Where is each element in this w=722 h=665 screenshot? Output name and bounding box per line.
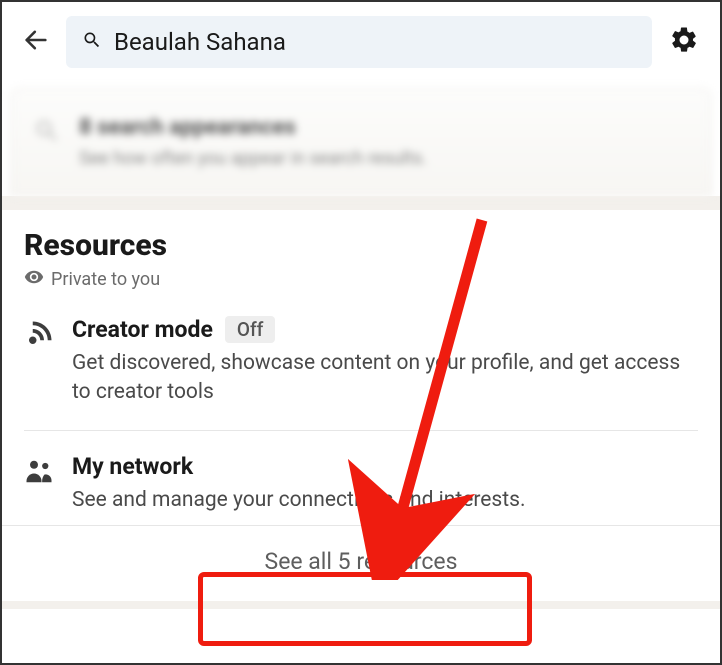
gear-icon bbox=[669, 25, 699, 59]
search-text: Beaulah Sahana bbox=[114, 28, 286, 56]
header-bar: Beaulah Sahana bbox=[2, 2, 720, 82]
eye-icon bbox=[24, 267, 44, 292]
resources-section: Resources Private to you Creator mode Of… bbox=[2, 210, 720, 525]
see-all-resources-button[interactable]: See all 5 resources bbox=[2, 525, 720, 601]
resource-title: My network bbox=[72, 453, 193, 480]
section-title: Resources bbox=[24, 228, 698, 263]
resource-description: See and manage your connections and inte… bbox=[72, 486, 698, 515]
resource-item-creator-mode[interactable]: Creator mode Off Get discovered, showcas… bbox=[24, 316, 698, 431]
section-divider bbox=[2, 196, 720, 210]
section-divider bbox=[2, 601, 720, 609]
settings-button[interactable] bbox=[666, 24, 702, 60]
resource-title: Creator mode bbox=[72, 316, 213, 343]
search-icon bbox=[82, 30, 102, 54]
resource-description: Get discovered, showcase content on your… bbox=[72, 349, 698, 408]
resource-item-my-network[interactable]: My network See and manage your connectio… bbox=[24, 453, 698, 525]
back-button[interactable] bbox=[20, 26, 52, 58]
back-arrow-icon bbox=[22, 26, 50, 58]
promo-subtitle: See how often you appear in search resul… bbox=[79, 148, 689, 169]
people-icon bbox=[24, 456, 54, 486]
promo-title: 8 search appearances bbox=[79, 115, 689, 140]
privacy-label: Private to you bbox=[51, 269, 160, 290]
search-icon bbox=[33, 117, 61, 145]
search-appearances-card[interactable]: 8 search appearances See how often you a… bbox=[10, 88, 712, 196]
status-badge: Off bbox=[225, 316, 276, 343]
broadcast-icon bbox=[24, 319, 54, 349]
see-all-label: See all 5 resources bbox=[265, 548, 458, 575]
privacy-indicator: Private to you bbox=[24, 267, 698, 292]
search-input[interactable]: Beaulah Sahana bbox=[66, 16, 652, 68]
